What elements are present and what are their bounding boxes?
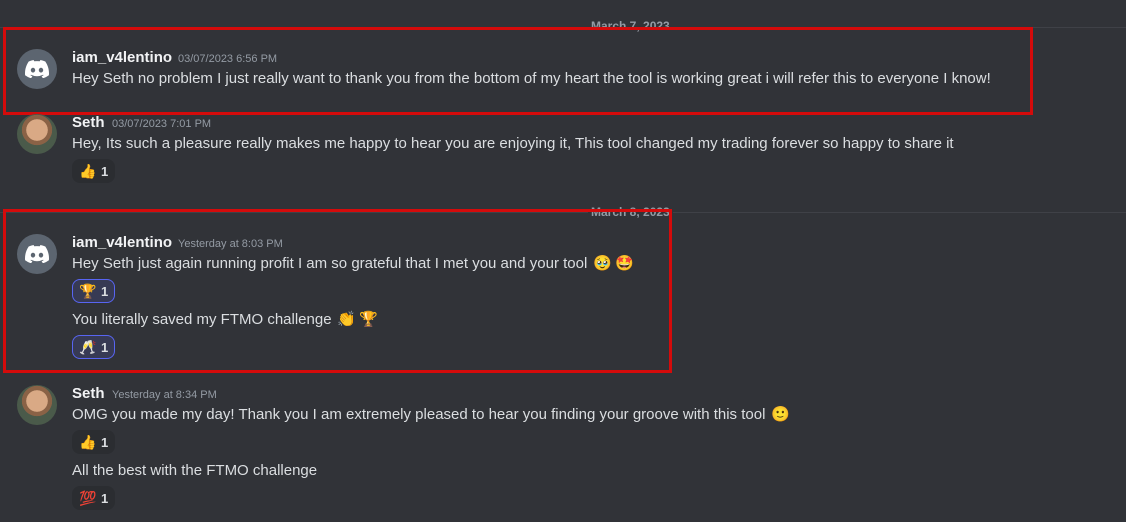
reaction-thumbs-up[interactable]: 👍 1	[72, 159, 116, 183]
message-text: Hey, Its such a pleasure really makes me…	[72, 135, 954, 152]
reaction-count: 1	[101, 490, 109, 506]
reaction-thumbs-up[interactable]: 👍 1	[72, 430, 116, 454]
slightly-smiling-face-icon: 🙂	[771, 406, 790, 424]
message-timestamp: Yesterday at 8:34 PM	[112, 389, 217, 401]
reaction-hundred[interactable]: 💯 1	[72, 486, 116, 510]
reaction-count: 1	[101, 163, 109, 179]
message-text: OMG you made my day! Thank you I am extr…	[72, 404, 792, 426]
message-timestamp: 03/07/2023 7:01 PM	[112, 118, 212, 130]
thumbs-up-icon: 👍	[79, 433, 97, 450]
message-text: All the best with the FTMO challenge	[72, 462, 318, 479]
message-author[interactable]: Seth	[72, 114, 105, 132]
highlight-box	[3, 209, 672, 373]
highlight-box	[3, 27, 1033, 115]
message-author[interactable]: Seth	[72, 385, 105, 403]
hundred-points-icon: 💯	[79, 489, 97, 506]
reaction-count: 1	[101, 434, 109, 450]
message-text-content: OMG you made my day! Thank you I am extr…	[72, 406, 766, 423]
avatar[interactable]	[17, 385, 57, 425]
thumbs-up-icon: 👍	[79, 162, 97, 179]
avatar[interactable]	[17, 114, 57, 154]
